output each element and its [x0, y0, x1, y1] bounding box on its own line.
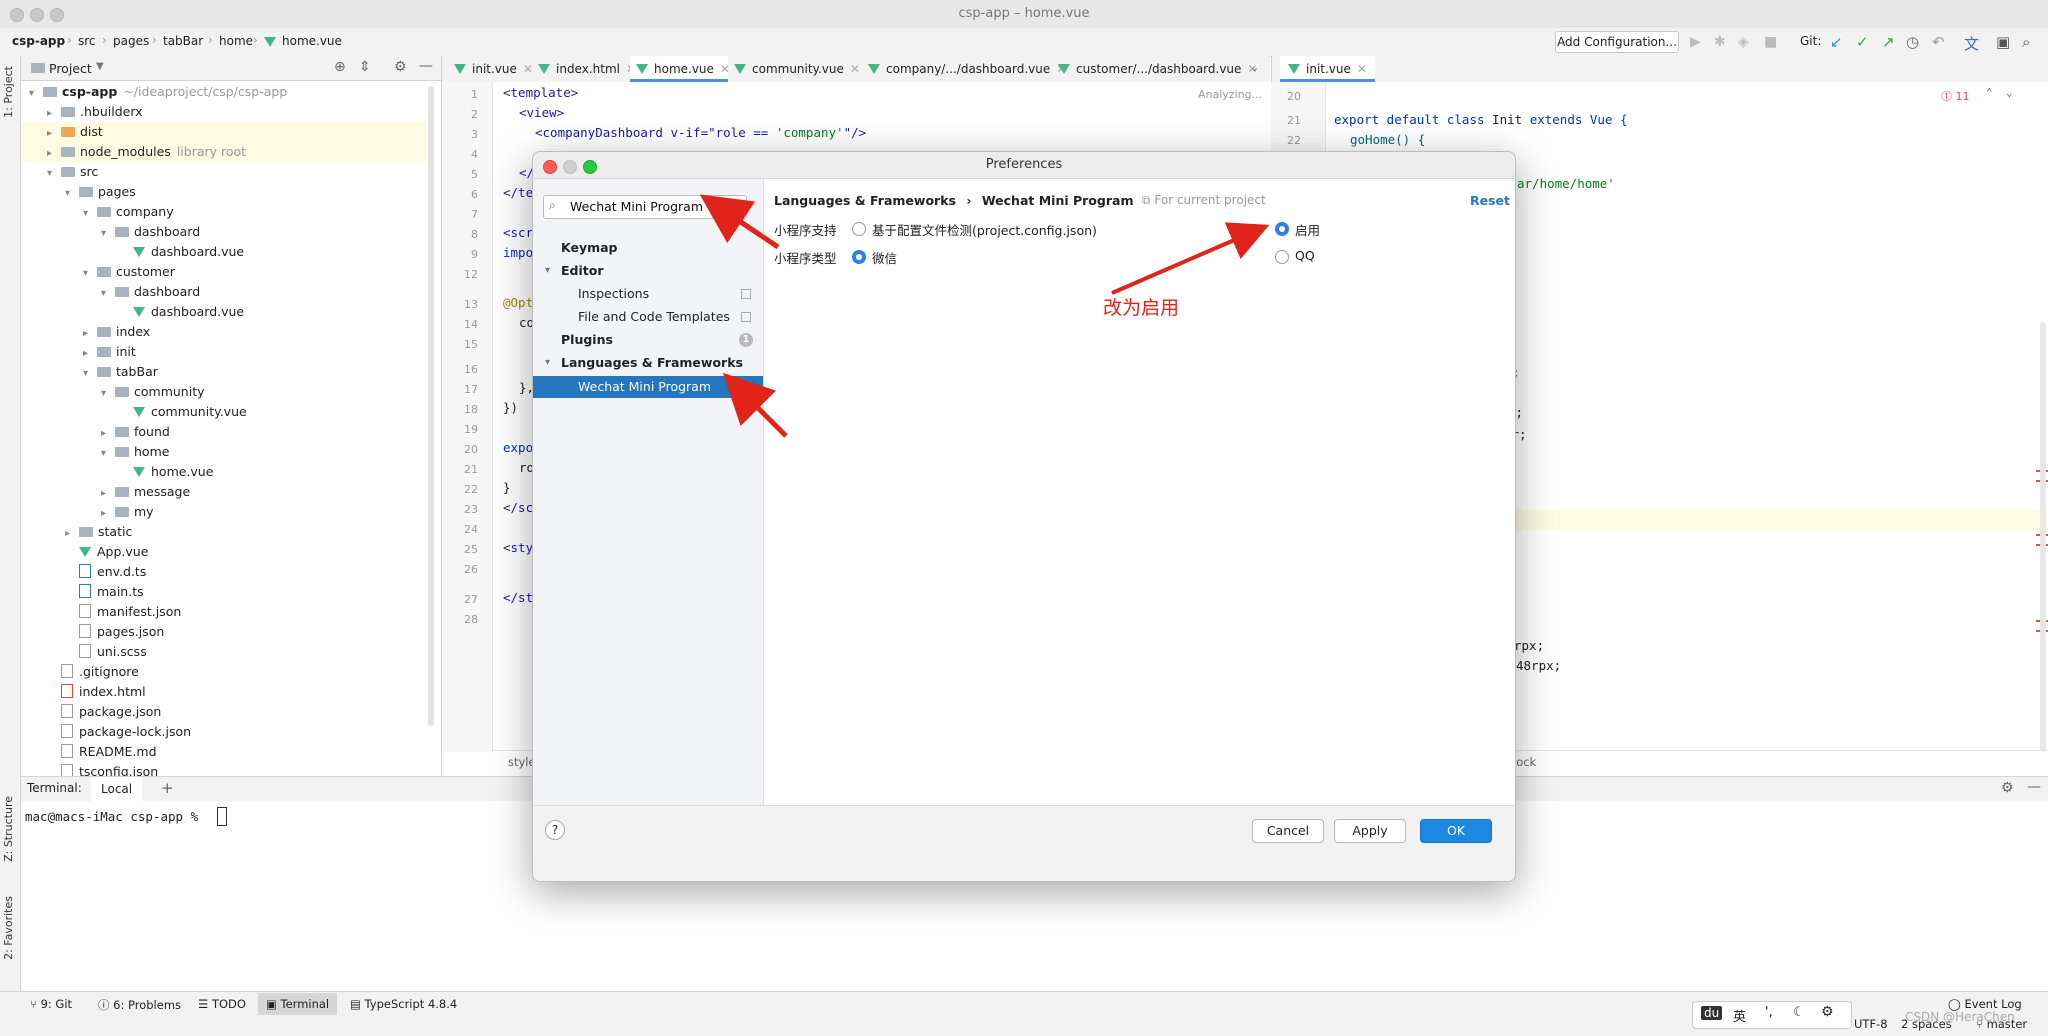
annotation-arrows: [699, 194, 1270, 438]
arrow-to-tree-item: [722, 372, 788, 438]
annotation-text: 改为启用: [1103, 297, 1180, 319]
arrow-to-enable: [1111, 222, 1270, 295]
arrow-to-search: [699, 194, 780, 250]
